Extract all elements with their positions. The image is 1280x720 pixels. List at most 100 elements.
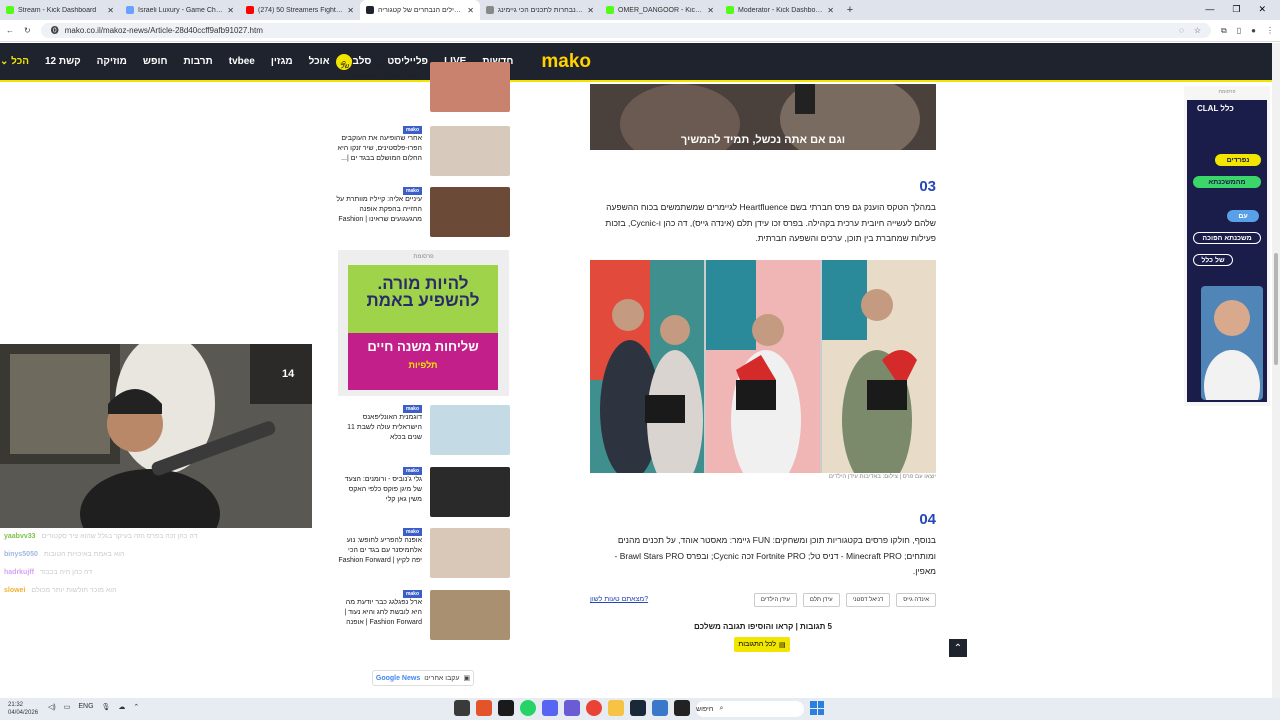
start-button[interactable] — [810, 701, 824, 715]
cloud-icon[interactable]: ☁ — [118, 703, 125, 711]
nav-item-food[interactable]: אוכל — [309, 56, 330, 67]
article-thumbnail[interactable] — [430, 405, 510, 455]
tab-close-icon[interactable]: ✕ — [107, 6, 114, 15]
app-icon[interactable] — [498, 700, 514, 716]
article-video[interactable]: וגם אם אתה נכשל, תמיד להמשיך — [590, 74, 936, 164]
scroll-to-top-button[interactable]: ⌃ — [949, 639, 967, 657]
network-icon[interactable]: ▭ — [64, 703, 71, 711]
webcam-scene — [0, 344, 312, 528]
tray-expand-icon[interactable]: ⌃ — [133, 703, 139, 711]
article-thumbnail[interactable] — [430, 62, 510, 112]
whatsapp-icon[interactable] — [520, 700, 536, 716]
app-icon[interactable] — [476, 700, 492, 716]
url-text[interactable]: mako.co.il/makoz-news/Article-28d40ccff9… — [65, 26, 1173, 35]
app-icon[interactable] — [454, 700, 470, 716]
streamer-webcam: 14 — [0, 344, 312, 528]
new-tab-button[interactable]: + — [840, 4, 860, 16]
related-article-title[interactable]: גלי ג'נוביס - ורומנים: הצעד של מיגן פוקס… — [336, 475, 422, 505]
related-article-title[interactable]: אחרי שהופיעה את העוקבים הפרו-פלסטינים, ש… — [336, 134, 422, 164]
back-icon[interactable]: ← — [6, 26, 14, 35]
related-article-card[interactable]: mako עיניים אליה: קייליז מוותרת על החזייה… — [336, 187, 510, 239]
nav-item-vacation[interactable]: חופש — [143, 56, 168, 67]
nav-item-music[interactable]: מוזיקה — [97, 56, 127, 67]
browser-tab[interactable]: Israeli Luxury - Game Changers✕ — [120, 0, 240, 20]
app-icon[interactable] — [652, 700, 668, 716]
article-thumbnail[interactable] — [430, 590, 510, 640]
reload-icon[interactable]: ↻ — [24, 26, 31, 35]
tag-link[interactable]: עידן הילדים — [753, 593, 797, 607]
volume-icon[interactable]: ◁) — [48, 703, 56, 711]
nav-item-tvbee[interactable]: tvbee — [229, 56, 255, 67]
tab-close-icon[interactable]: ✕ — [827, 6, 834, 15]
related-article-card[interactable]: mako אחרי שהופיעה את העוקבים הפרו-פלסטיני… — [338, 126, 510, 178]
report-error-link[interactable]: מצאתם טעות לשון? — [590, 596, 648, 603]
browser-tab[interactable]: OMER_DANGOOR - Kick Profile ✕ — [600, 0, 720, 20]
related-article-card[interactable]: mako ארל נפגלגג כבר יודעת מה היא לובשת לח… — [338, 590, 510, 642]
nav-item-keshet12[interactable]: קשת 12 — [45, 56, 81, 67]
article-thumbnail[interactable] — [430, 467, 510, 517]
bookmark-star-icon[interactable]: ☆ — [1194, 26, 1201, 35]
tag-link[interactable]: עידן תלם — [802, 593, 840, 607]
related-article-card[interactable]: mako דוגמנית האונליפאנס הישראלית עולה לשב… — [338, 405, 510, 457]
article-thumbnail[interactable] — [430, 126, 510, 176]
article-photo[interactable] — [590, 260, 936, 473]
mic-icon[interactable]: 🎙 — [102, 703, 111, 711]
article-thumbnail[interactable] — [430, 528, 510, 578]
tab-close-icon[interactable]: ✕ — [467, 6, 474, 15]
browser-tab[interactable]: אלו המובילים הנבחרים של קטגוריה ✕ — [360, 0, 480, 20]
google-news-follow-button[interactable]: Google News עקבו אחרינו ▣ — [372, 670, 474, 686]
page-scrollbar-thumb[interactable] — [1274, 253, 1278, 365]
nav-item-culture[interactable]: תרבות — [184, 56, 213, 67]
eye-off-icon[interactable]: ◌ — [1179, 26, 1184, 35]
menu-icon[interactable]: ⋮ — [1266, 26, 1274, 35]
related-article-title[interactable]: ארל נפגלגג כבר יודעת מה היא לובשת לחג וה… — [336, 598, 422, 628]
app-icon[interactable] — [564, 700, 580, 716]
tab-close-icon[interactable]: ✕ — [707, 6, 714, 15]
taskbar-search[interactable]: ⌕ חיפוש — [696, 701, 804, 717]
tab-close-icon[interactable]: ✕ — [227, 6, 234, 15]
page-scrollbar[interactable] — [1272, 43, 1280, 698]
related-article-title[interactable]: אופנה להפריע לחופש: נוע אלחמיסנר עם בגד … — [336, 536, 422, 566]
tab-close-icon[interactable]: ✕ — [587, 6, 594, 15]
mako-logo[interactable]: mako — [541, 51, 591, 73]
nav-all-dropdown[interactable]: הכל ⌄ — [0, 56, 29, 67]
related-article-card[interactable]: mako גלי ג'נוביס - ורומנים: הצעד של מיגן … — [338, 467, 510, 519]
tag-link[interactable]: דניאל דסטני — [845, 593, 891, 607]
extensions-icon[interactable]: ⧉ — [1221, 26, 1227, 36]
browser-tab[interactable]: (274) 50 Streamers Fight for $1✕ — [240, 0, 360, 20]
minimize-icon[interactable]: — — [1205, 4, 1214, 15]
related-article-title[interactable]: בצלחת ערב אחד, אמרה של האישה הזו לא מפסי… — [336, 62, 422, 82]
related-article-card[interactable]: mako אופנה להפריע לחופש: נוע אלחמיסנר עם … — [338, 528, 510, 580]
discord-icon[interactable] — [542, 700, 558, 716]
browser-tab[interactable]: Stream - Kick Dashboard ✕ — [0, 0, 120, 20]
maximize-icon[interactable]: ❐ — [1232, 4, 1240, 15]
steam-icon[interactable] — [630, 700, 646, 716]
ad-pill: עם — [1227, 210, 1259, 222]
omnibox[interactable]: ⓿ mako.co.il/makoz-news/Article-28d40ccf… — [40, 23, 1212, 38]
site-info-icon[interactable]: ⓿ — [51, 25, 59, 36]
related-article-title[interactable]: דוגמנית האונליפאנס הישראלית עולה לשבת 11… — [336, 413, 422, 443]
right-ad-creative[interactable]: CLAL כלל נפרדים מהמשכנתא עם משכנתא הפוכה… — [1187, 100, 1267, 422]
related-article-title[interactable]: עיניים אליה: קייליז מוותרת על החזייה בהפ… — [336, 195, 422, 225]
folder-icon[interactable] — [608, 700, 624, 716]
chrome-icon[interactable] — [586, 700, 602, 716]
nav-item-magazine[interactable]: מגזין — [271, 56, 293, 67]
ad-brand: תלפיות — [408, 360, 438, 370]
right-ad[interactable]: פרסומת CLAL כלל נפרדים מהמשכנתא עם משכנת… — [1184, 86, 1270, 422]
app-icon[interactable] — [674, 700, 690, 716]
article-thumbnail[interactable] — [430, 187, 510, 237]
clock[interactable]: 21:32 04/04/2026 — [8, 701, 38, 717]
browser-tab[interactable]: שלוש נבחרות לתכנים הכי גיימינג ✕ — [480, 0, 600, 20]
browser-tab[interactable]: Moderator - Kick Dashboard ✕ — [720, 0, 840, 20]
profile-avatar[interactable]: ● — [1251, 26, 1256, 35]
tab-close-icon[interactable]: ✕ — [347, 6, 354, 15]
sidebar-ad[interactable]: פרסומת להיות מורה. להשפיע באמת שליחות מש… — [338, 250, 509, 396]
related-article-card[interactable]: בצלחת ערב אחד, אמרה של האישה הזו לא מפסי… — [336, 62, 510, 114]
language-indicator[interactable]: ENG — [78, 703, 93, 711]
sidebar-icon[interactable]: ▯ — [1237, 26, 1241, 35]
all-comments-button[interactable]: ▤ לכל התגובות — [734, 637, 790, 652]
ad-creative[interactable]: להיות מורה. להשפיע באמת שליחות משנה חיים… — [348, 265, 498, 390]
search-icon: ⌕ — [719, 705, 724, 712]
tag-link[interactable]: אינדה גייס — [896, 593, 936, 607]
close-window-icon[interactable]: ✕ — [1258, 4, 1266, 15]
